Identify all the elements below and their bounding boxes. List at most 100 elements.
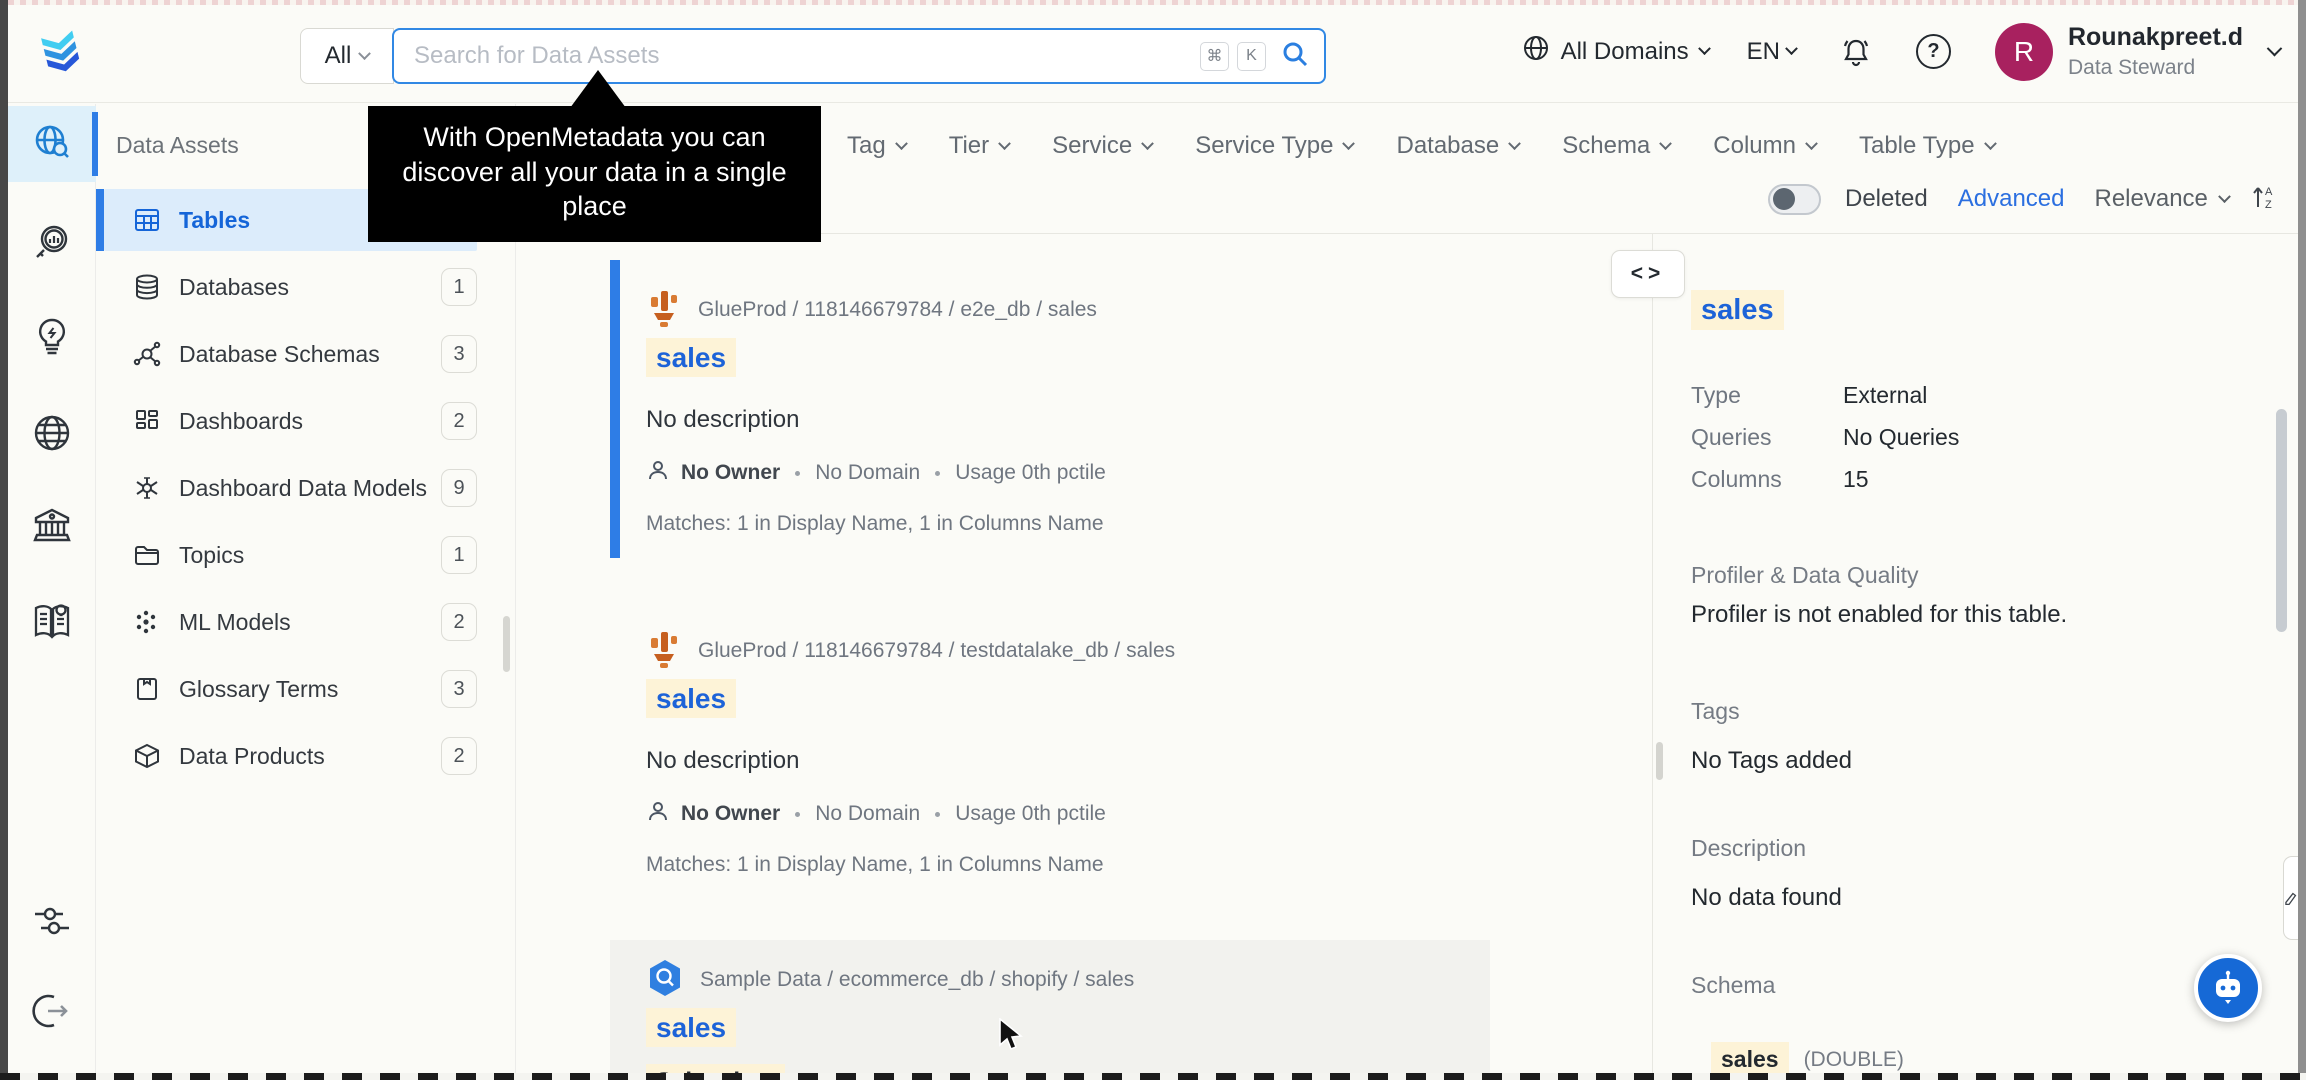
chat-bot-button[interactable] [2194,954,2262,1022]
result-card[interactable]: GlueProd / 118146679784 / testdatalake_d… [610,591,1490,909]
robot-icon [2216,970,2240,1004]
domains-label: All Domains [1560,37,1689,65]
sidebar-item-topics[interactable]: Topics 1 [104,524,477,586]
filter-label: Schema [1562,132,1651,159]
deleted-label: Deleted [1845,185,1928,212]
filter-table-type[interactable]: Table Type [1859,132,1997,160]
left-icon-rail [8,104,98,1073]
nav-incidents[interactable] [8,300,96,376]
sidebar-item-ml-models[interactable]: ML Models 2 [104,591,477,653]
language-label: EN [1746,37,1780,65]
user-name: Rounakpreet.d [2067,23,2243,51]
result-card[interactable]: GlueProd / 118146679784 / e2e_db / sales… [610,250,1490,568]
sort-order-icon[interactable]: A Z [2249,182,2279,217]
result-title[interactable]: sales [646,679,1490,727]
result-meta: No Owner No Domain Usage 0th pctile [646,458,1490,488]
panel-scrollbar[interactable] [2276,409,2287,632]
filter-label: Service Type [1195,132,1334,159]
count-badge: 2 [441,402,477,440]
panel-resize-handle[interactable] [1656,742,1663,780]
domains-dropdown[interactable]: All Domains [1522,34,1711,69]
avatar-initial: R [2013,35,2035,67]
edge-peek-widget[interactable] [2283,856,2298,940]
user-menu-chevron-icon[interactable] [2266,40,2283,57]
sidebar-item-label: Topics [179,541,245,568]
person-icon [646,799,670,829]
result-title[interactable]: sales [646,338,1490,386]
filter-label: Database [1396,132,1500,159]
language-dropdown[interactable]: EN [1746,37,1798,66]
nav-govern[interactable] [8,490,96,566]
stat-value: 15 [1843,465,1869,492]
search-input[interactable] [414,42,1192,70]
result-description: No description [646,747,800,774]
result-card[interactable]: Sample Data / ecommerce_db / shopify / s… [610,940,1490,1073]
sidebar-item-database-schemas[interactable]: Database Schemas 3 [104,323,477,385]
section-heading-profiler: Profiler & Data Quality [1691,562,1919,588]
top-bar: All ⌘ K All D [8,0,2298,103]
stat-row: Columns 15 [1691,458,1959,500]
nav-domains[interactable] [8,397,96,473]
filter-service-type[interactable]: Service Type [1195,132,1356,160]
nav-learning[interactable] [8,585,96,661]
filter-service[interactable]: Service [1052,132,1155,160]
logout-icon[interactable] [8,973,96,1049]
filter-tier[interactable]: Tier [948,132,1012,160]
bank-building-icon [31,505,73,552]
dot-separator [935,811,941,817]
advanced-search-link[interactable]: Advanced [1958,185,2065,213]
result-title-text: sales [646,338,737,377]
sidebar-item-data-products[interactable]: Data Products 2 [104,725,477,787]
nav-observability[interactable] [8,206,96,282]
filter-schema[interactable]: Schema [1562,132,1673,160]
help-glyph: ? [1927,40,1940,62]
person-icon [646,458,670,488]
svg-text:Z: Z [2265,199,2272,211]
sidebar-item-label: Data Products [179,742,325,769]
panel-expand-button[interactable]: <> [1611,250,1685,298]
table-icon [132,206,162,234]
section-heading-schema: Schema [1691,972,1776,998]
result-title[interactable]: sales [646,1008,1490,1056]
search-icon[interactable] [1280,39,1310,74]
chevron-down-icon [1342,136,1356,150]
folder-icon [132,541,162,569]
deleted-toggle[interactable] [1768,183,1821,215]
sidebar-item-dashboard-data-models[interactable]: Dashboard Data Models 9 [104,457,477,519]
sidebar-scrollbar[interactable] [503,616,510,672]
dot-separator [795,811,801,817]
sidebar-item-glossary-terms[interactable]: Glossary Terms 3 [104,658,477,720]
breadcrumb: Sample Data / ecommerce_db / shopify / s… [646,959,1490,1000]
panel-title[interactable]: sales [1691,290,1784,330]
user-info[interactable]: Rounakpreet.d Data Steward [2068,23,2243,80]
breadcrumb-path[interactable]: GlueProd / 118146679784 / e2e_db / sales [698,298,1097,322]
sidebar-item-dashboards[interactable]: Dashboards 2 [104,390,477,452]
search-scope-select[interactable]: All [300,28,394,84]
breadcrumb-path[interactable]: GlueProd / 118146679784 / testdatalake_d… [698,639,1175,663]
openmetadata-logo-icon[interactable] [34,18,86,83]
chevron-down-icon [998,136,1012,150]
filter-column[interactable]: Column [1713,132,1818,160]
schema-column-type: (DOUBLE) [1803,1047,1904,1071]
nav-explore[interactable] [8,106,98,182]
expand-chevrons-icon: <> [1630,262,1666,285]
filter-tag[interactable]: Tag [847,132,908,160]
breadcrumb-path[interactable]: Sample Data / ecommerce_db / shopify / s… [700,968,1134,992]
search-input-box[interactable]: ⌘ K [392,28,1326,84]
help-icon[interactable]: ? [1915,34,1951,69]
chevron-down-icon [1659,136,1673,150]
filter-database[interactable]: Database [1396,132,1522,160]
owner-label: No Owner [681,461,781,484]
notifications-bell-icon[interactable] [1840,36,1872,68]
nav-settings[interactable] [8,885,96,961]
sort-label: Relevance [2094,185,2208,212]
schema-column-row[interactable]: sales (DOUBLE) [1711,1042,1904,1077]
sort-dropdown[interactable]: Relevance [2094,185,2231,213]
filter-label: Tier [948,132,990,159]
dot-separator [795,470,801,476]
user-avatar[interactable]: R [1994,22,2053,81]
sidebar-item-databases[interactable]: Databases 1 [104,256,477,318]
filter-label: Column [1713,132,1796,159]
database-icon [132,273,162,301]
sidebar-list: Tables Databases 1 Database Schemas 3 Da… [96,189,515,787]
